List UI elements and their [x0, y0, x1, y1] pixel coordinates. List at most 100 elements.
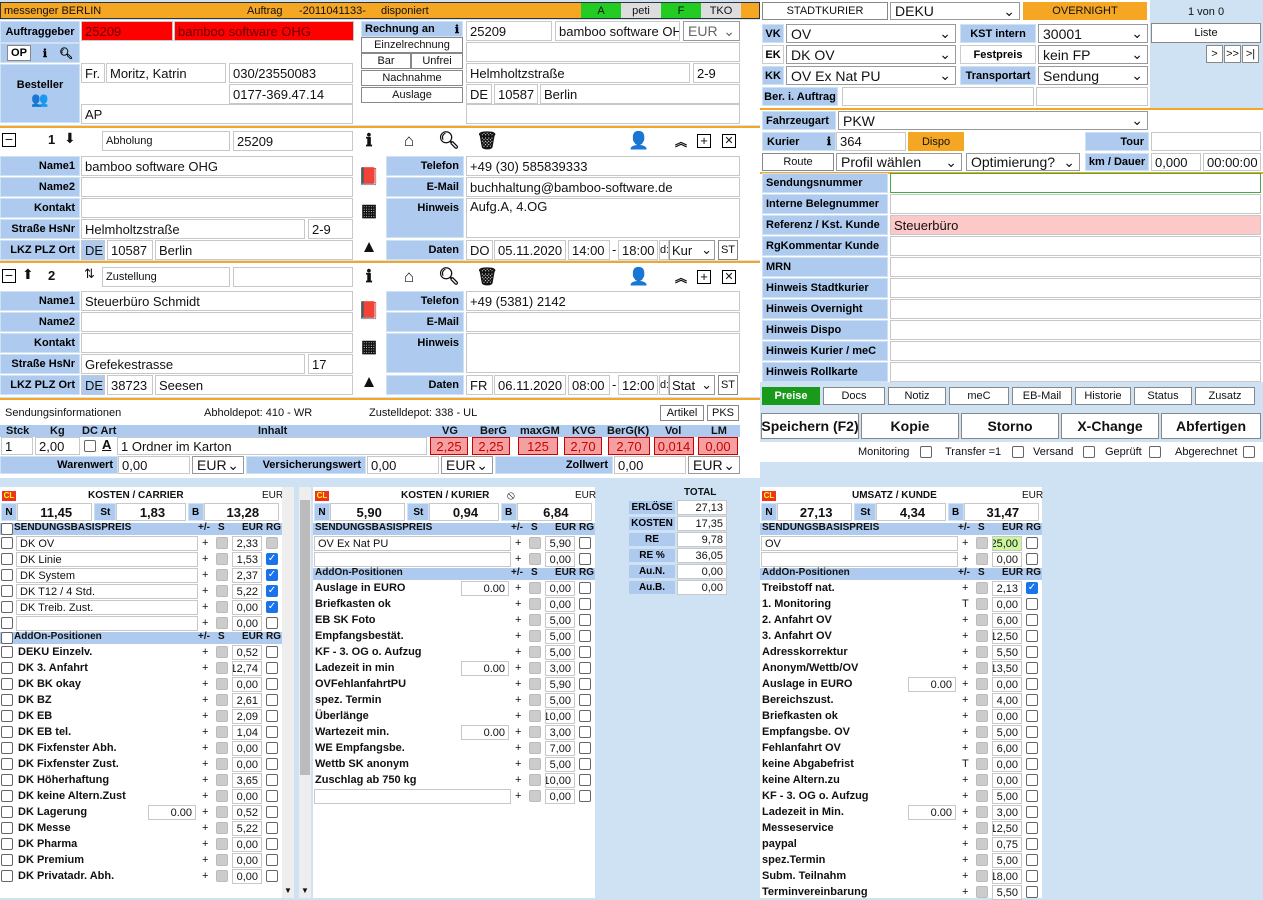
stop1-d[interactable]: d: [659, 240, 669, 260]
s-checkbox[interactable] [529, 646, 541, 658]
tab-mec[interactable]: meC [949, 387, 1009, 405]
checkbox[interactable] [920, 446, 932, 458]
addon-value[interactable]: 13,50 [992, 661, 1022, 676]
rg-checkbox[interactable] [266, 726, 278, 738]
rg-checkbox[interactable] [579, 790, 591, 802]
kst-select[interactable]: 30001 ⌄ [1038, 24, 1148, 43]
ber-field2[interactable] [1036, 87, 1148, 106]
zoll-currency[interactable]: EUR ⌄ [688, 456, 740, 474]
rg-checkbox[interactable] [1026, 630, 1038, 642]
stop2-strasse[interactable]: Grefekestrasse [81, 354, 305, 374]
rg-checkbox[interactable] [579, 694, 591, 706]
road-icon[interactable]: ▲ [358, 371, 380, 393]
ref-field[interactable] [890, 194, 1261, 214]
addon-value[interactable]: 0,00 [232, 837, 262, 852]
rg-checkbox[interactable] [266, 870, 278, 882]
phone2-field[interactable]: 0177-369.47.14 [229, 84, 353, 104]
stop1-hsnr[interactable]: 2-9 [308, 219, 353, 239]
stop1-to[interactable]: 18:00 [618, 240, 658, 260]
basis-value[interactable]: 0,00 [232, 616, 262, 631]
auslage-button[interactable]: Auslage [361, 87, 463, 103]
rg-checkbox[interactable] [1026, 614, 1038, 626]
addon-value[interactable]: 0,00 [992, 757, 1022, 772]
action-1-button[interactable]: Kopie [861, 413, 959, 439]
addon-value[interactable]: 0,00 [232, 853, 262, 868]
rg-checkbox[interactable] [1026, 886, 1038, 898]
tab-historie[interactable]: Historie [1075, 387, 1131, 405]
rg-checkbox[interactable] [579, 758, 591, 770]
tab-preise[interactable]: Preise [762, 387, 820, 405]
s-checkbox[interactable] [216, 553, 228, 565]
trash-icon[interactable]: 🗑 [476, 131, 498, 151]
add-icon[interactable]: + [697, 270, 711, 284]
s-checkbox[interactable] [976, 694, 988, 706]
addon-value[interactable]: 5,00 [545, 693, 575, 708]
ek-select[interactable]: DK OV ⌄ [786, 45, 956, 64]
basis-name[interactable] [314, 552, 511, 567]
rechnung-plz[interactable]: 10587 [494, 84, 538, 104]
s-checkbox[interactable] [216, 617, 228, 629]
rg-checkbox[interactable]: ✓ [266, 553, 278, 565]
addon-value[interactable]: 0,00 [992, 597, 1022, 612]
dauer-field[interactable]: 00:00:00 [1203, 153, 1261, 171]
rg-checkbox[interactable] [266, 710, 278, 722]
s-checkbox[interactable] [976, 582, 988, 594]
tab-eb-mail[interactable]: EB-Mail [1012, 387, 1072, 405]
s-checkbox[interactable] [529, 758, 541, 770]
rg-checkbox[interactable] [266, 678, 278, 690]
kk-select[interactable]: OV Ex Nat PU ⌄ [786, 66, 956, 85]
s-checkbox[interactable] [216, 774, 228, 786]
chevrons-up-icon[interactable]: ︽ [672, 131, 690, 151]
vk-select[interactable]: OV ⌄ [786, 24, 956, 43]
auftraggeber-number[interactable]: 25209 [81, 21, 173, 41]
rg-checkbox[interactable] [579, 678, 591, 690]
addon-input[interactable]: 0.00 [908, 805, 956, 820]
stop2-ort[interactable]: Seesen [155, 375, 353, 395]
stop1-ort[interactable]: Berlin [155, 240, 353, 260]
addon-value[interactable]: 5,90 [545, 677, 575, 692]
s-checkbox[interactable] [976, 678, 988, 690]
unfrei-button[interactable]: Unfrei [411, 53, 463, 69]
rg-checkbox[interactable] [579, 646, 591, 658]
s-checkbox[interactable] [216, 870, 228, 882]
rg-checkbox[interactable] [266, 806, 278, 818]
basis-value[interactable]: 0,00 [992, 552, 1022, 567]
stop2-to[interactable]: 12:00 [618, 375, 658, 395]
rg-checkbox[interactable] [1026, 694, 1038, 706]
rg-checkbox[interactable] [1026, 537, 1038, 549]
rechnung-an-button[interactable]: Rechnung an ℹ [361, 21, 463, 37]
s-checkbox[interactable] [976, 726, 988, 738]
festpreis-select[interactable]: kein FP ⌄ [1038, 45, 1148, 64]
basis-value[interactable]: 1,53 [232, 552, 262, 567]
search-icon[interactable]: 🔍︎ [59, 47, 73, 60]
inhalt-field[interactable]: 1 Ordner im Karton [117, 437, 427, 455]
s-checkbox[interactable] [976, 742, 988, 754]
rg-checkbox[interactable] [266, 662, 278, 674]
stop1-hinweis[interactable]: Aufg.A, 4.OG [466, 198, 740, 238]
rg-checkbox[interactable] [1026, 553, 1038, 565]
rg-checkbox[interactable] [1026, 710, 1038, 722]
stop2-day[interactable]: FR [466, 375, 493, 395]
transportart-select[interactable]: Sendung ⌄ [1038, 66, 1148, 85]
dc-checkbox[interactable] [84, 440, 96, 455]
rg-checkbox[interactable]: ✓ [266, 585, 278, 597]
book-icon[interactable]: 📕 [358, 300, 380, 322]
s-checkbox[interactable] [216, 662, 228, 674]
basis-value[interactable]: 5,90 [545, 536, 575, 551]
rg-checkbox[interactable] [1026, 822, 1038, 834]
s-checkbox[interactable] [529, 553, 541, 565]
s-checkbox[interactable] [216, 694, 228, 706]
basis-name[interactable]: DK OV [16, 536, 198, 551]
row-checkbox[interactable] [1, 662, 13, 674]
stop1-strasse[interactable]: Helmholtzstraße [81, 219, 305, 239]
s-checkbox[interactable] [976, 614, 988, 626]
s-checkbox[interactable] [976, 790, 988, 802]
addon-value[interactable]: 0,00 [232, 757, 262, 772]
stop2-telefon[interactable]: +49 (5381) 2142 [466, 291, 740, 311]
ref-field[interactable] [890, 278, 1261, 298]
s-checkbox[interactable] [976, 662, 988, 674]
checkbox[interactable] [1083, 446, 1095, 458]
rg-checkbox[interactable] [266, 537, 278, 549]
rechnung-hsnr[interactable]: 2-9 [693, 63, 740, 83]
stop1-st-button[interactable]: ST [718, 240, 738, 260]
